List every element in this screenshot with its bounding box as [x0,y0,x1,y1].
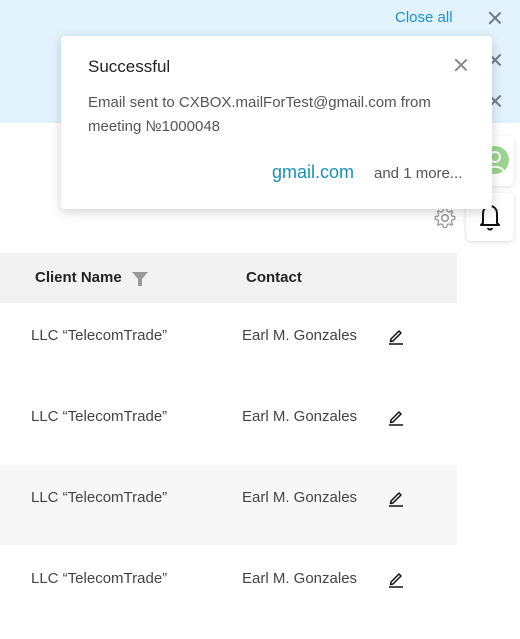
client-name-cell: LLC “TelecomTrade” [31,327,168,344]
popup-title: Successful [88,57,171,76]
more-link[interactable]: and 1 more... [374,165,462,182]
email-domain-link[interactable]: gmail.com [272,162,354,183]
pencil-icon[interactable] [387,489,405,507]
client-name-cell: LLC “TelecomTrade” [31,408,168,425]
contact-cell: Earl M. Gonzales [242,327,358,344]
table-row[interactable]: LLC “TelecomTrade” Earl M. Gonzales [0,303,457,383]
pencil-icon[interactable] [387,570,405,588]
table-row[interactable]: LLC “TelecomTrade” Earl M. Gonzales [0,546,457,626]
contact-cell: Earl M. Gonzales [242,570,358,587]
close-icon[interactable] [488,11,502,25]
table-row[interactable]: LLC “TelecomTrade” Earl M. Gonzales [0,465,457,545]
client-name-cell: LLC “TelecomTrade” [31,570,168,587]
client-name-cell: LLC “TelecomTrade” [31,489,168,506]
contact-cell: Earl M. Gonzales [242,489,358,506]
pencil-icon[interactable] [387,327,405,345]
close-all-button[interactable]: Close all [395,9,453,26]
popup-message: Email sent to CXBOX.mailForTest@gmail.co… [88,94,431,135]
pencil-icon[interactable] [387,408,405,426]
contact-cell: Earl M. Gonzales [242,408,358,425]
close-icon[interactable] [454,58,468,72]
table-header: Client Name Contact [0,253,457,303]
gear-icon[interactable] [433,206,457,230]
column-header-client-name[interactable]: Client Name [35,269,122,286]
success-notification-popup: Successful Email sent to CXBOX.mailForTe… [61,36,492,209]
table-row[interactable]: LLC “TelecomTrade” Earl M. Gonzales [0,384,457,464]
column-header-contact[interactable]: Contact [246,269,302,286]
filter-icon[interactable] [131,270,149,288]
